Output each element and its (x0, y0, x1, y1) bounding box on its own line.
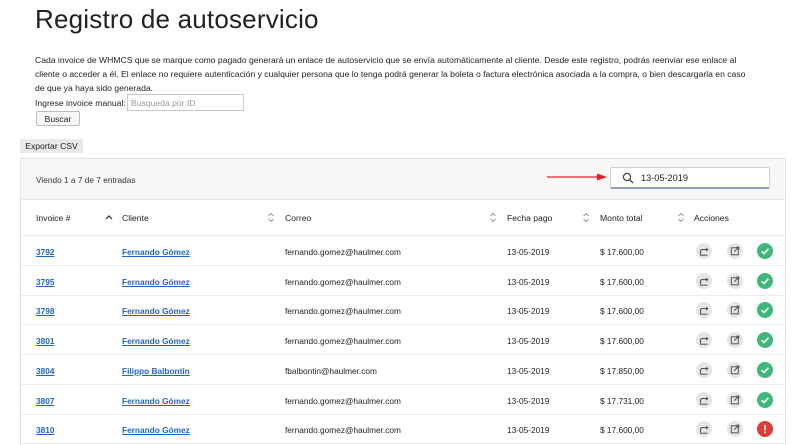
column-header-amount[interactable]: Monto total (600, 213, 643, 223)
check-circle-icon[interactable] (757, 243, 773, 259)
invoice-link[interactable]: 3798 (36, 306, 54, 316)
search-button[interactable]: Buscar (36, 111, 80, 126)
amount-cell: $ 17.600,00 (600, 276, 644, 287)
table-row: 3795 Fernando Gómez fernando.gomez@haulmer… (21, 266, 785, 296)
column-header-invoice[interactable]: Invoice # (36, 213, 70, 223)
invoice-link[interactable]: 3807 (36, 396, 54, 406)
invoice-link[interactable]: 3810 (36, 425, 54, 435)
date-cell: 13-05-2019 (507, 306, 550, 317)
date-cell: 13-05-2019 (507, 425, 550, 436)
email-cell: fernando.gomez@haulmer.com (285, 276, 401, 287)
check-circle-icon[interactable] (757, 391, 773, 408)
check-circle-icon[interactable] (757, 361, 773, 378)
table-filter-input[interactable] (641, 171, 763, 185)
amount-cell: $ 17.600,00 (600, 336, 644, 347)
forward-icon[interactable] (696, 361, 712, 378)
invoices-table-panel: Viendo 1 a 7 de 7 entradas Invoice # Cli… (20, 158, 786, 445)
column-header-date[interactable]: Fecha pago (507, 213, 552, 223)
column-header-actions: Acciones (694, 213, 729, 223)
amount-cell: $ 17.850,00 (600, 365, 644, 376)
client-link[interactable]: Fernando Gómez (122, 336, 190, 346)
forward-icon[interactable] (696, 302, 712, 319)
page-title: Registro de autoservicio (35, 4, 319, 34)
invoice-link[interactable]: 3795 (36, 277, 54, 287)
client-link[interactable]: Fernando Gómez (122, 425, 190, 435)
client-link[interactable]: Fernando Gómez (122, 277, 190, 287)
sort-both-icon[interactable] (267, 212, 275, 223)
amount-cell: $ 17.600,00 (600, 306, 644, 317)
email-cell: fernando.gomez@haulmer.com (285, 395, 401, 406)
invoice-link[interactable]: 3792 (36, 247, 54, 257)
amount-cell: $ 17.731,00 (600, 395, 644, 406)
email-cell: fbalbontin@haulmer.com (285, 365, 377, 376)
error-circle-icon[interactable] (757, 421, 773, 438)
entries-info: Viendo 1 a 7 de 7 entradas (36, 175, 136, 185)
external-link-icon[interactable] (727, 302, 743, 319)
table-row: 3801 Fernando Gómez fernando.gomez@haulmer… (21, 325, 785, 356)
date-cell: 13-05-2019 (507, 395, 550, 406)
forward-icon[interactable] (696, 272, 712, 289)
column-header-client[interactable]: Cliente (122, 213, 149, 223)
table-row: 3798 Fernando Gómez fernando.gomez@haulmer… (21, 295, 785, 326)
external-link-icon[interactable] (727, 421, 743, 438)
invoice-link[interactable]: 3804 (36, 366, 54, 376)
email-cell: fernando.gomez@haulmer.com (285, 247, 401, 257)
client-link[interactable]: Fernando Gómez (122, 396, 190, 406)
sort-both-icon[interactable] (582, 212, 590, 223)
check-circle-icon[interactable] (757, 272, 773, 289)
email-cell: fernando.gomez@haulmer.com (285, 425, 401, 436)
table-row: 3804 Filippo Balbontin fbalbontin@haulmer.… (21, 355, 785, 385)
table-row: 3807 Fernando Gómez fernando.gomez@haulmer… (21, 385, 785, 415)
table-filter[interactable] (610, 167, 770, 189)
check-circle-icon[interactable] (757, 302, 773, 319)
table-toolbar: Viendo 1 a 7 de 7 entradas (21, 159, 785, 200)
external-link-icon[interactable] (727, 391, 743, 408)
date-cell: 13-05-2019 (507, 276, 550, 287)
sort-ascending-icon[interactable] (105, 212, 113, 223)
check-circle-icon[interactable] (757, 332, 773, 349)
amount-cell: $ 17.600,00 (600, 247, 644, 257)
sort-both-icon[interactable] (677, 212, 685, 223)
external-link-icon[interactable] (727, 361, 743, 378)
external-link-icon[interactable] (727, 332, 743, 349)
forward-icon[interactable] (696, 332, 712, 349)
client-link[interactable]: Filippo Balbontin (122, 366, 190, 376)
date-cell: 13-05-2019 (507, 365, 550, 376)
email-cell: fernando.gomez@haulmer.com (285, 336, 401, 347)
external-link-icon[interactable] (727, 243, 743, 259)
page-description: Cada invoice de WHMCS que se marque como… (35, 55, 746, 93)
search-icon (622, 172, 634, 184)
client-link[interactable]: Fernando Gómez (122, 306, 190, 316)
table-row: 3810 Fernando Gómez fernando.gomez@haulmer… (21, 414, 785, 445)
forward-icon[interactable] (696, 391, 712, 408)
date-cell: 13-05-2019 (507, 247, 550, 257)
forward-icon[interactable] (696, 421, 712, 438)
external-link-icon[interactable] (727, 272, 743, 289)
client-link[interactable]: Fernando Gómez (122, 247, 190, 257)
invoice-link[interactable]: 3801 (36, 336, 54, 346)
manual-invoice-label: Ingrese invoice manual: (35, 98, 126, 108)
manual-invoice-input[interactable] (127, 94, 244, 111)
forward-icon[interactable] (696, 243, 712, 259)
table-row: 3792 Fernando Gómez fernando.gomez@haulmer… (21, 236, 785, 266)
sort-both-icon[interactable] (489, 212, 497, 223)
date-cell: 13-05-2019 (507, 336, 550, 347)
column-header-email[interactable]: Correo (285, 213, 311, 223)
export-csv-button[interactable]: Exportar CSV (20, 139, 83, 153)
annotation-arrow-icon (547, 173, 607, 181)
amount-cell: $ 17.600,00 (600, 425, 644, 436)
email-cell: fernando.gomez@haulmer.com (285, 306, 401, 317)
